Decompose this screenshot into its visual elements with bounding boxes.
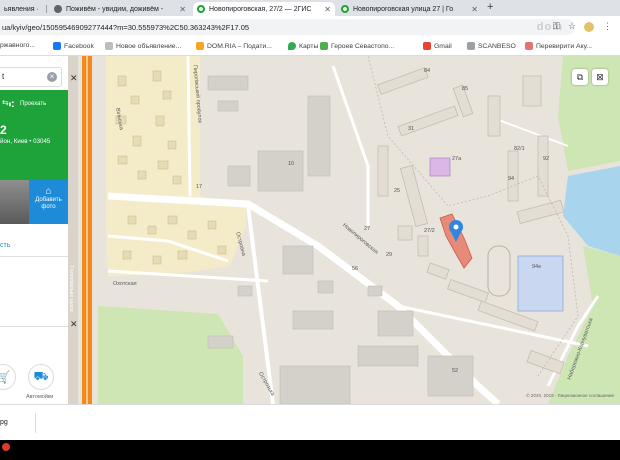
building-label: 10 — [288, 161, 295, 167]
tab-2[interactable]: Поживём - увидим, доживём - ✕ — [50, 2, 190, 16]
tab-title: Новопироговская улица 27 | Го — [353, 5, 454, 13]
tab-title: ьявления · — [4, 5, 39, 13]
bookmark-label: Перевирити Аку... — [536, 42, 592, 50]
bookmark-item[interactable]: DOM.RIA – Подати... — [196, 42, 272, 50]
page-icon — [105, 42, 113, 50]
bookmarks-bar: ржавного... Facebook Новое объявление...… — [0, 38, 620, 56]
divider — [0, 256, 68, 257]
tab-1[interactable]: ьявления · — [0, 2, 46, 16]
search-input[interactable]: t × — [0, 67, 62, 87]
downloads-bar: pg — [0, 404, 620, 440]
2gis-favicon-icon — [341, 5, 349, 13]
bookmark-item[interactable]: Перевирити Аку... — [525, 42, 592, 50]
tab-3-active[interactable]: Новопироговская, 27/2 — 2ГИС ✕ — [193, 2, 335, 16]
bookmark-label: Героев Севастопо... — [331, 42, 395, 50]
download-item[interactable]: pg — [0, 413, 36, 433]
building-label: 27/2 — [424, 228, 435, 234]
service-label: Автомойки — [26, 394, 54, 400]
place-info-panel: t × ⇆ ⑆ Проехать 2 йон, Киев • 03045 ⌂ Д… — [0, 56, 68, 404]
bookmark-maps[interactable]: Карты — [288, 42, 318, 50]
download-filename: pg — [0, 419, 8, 426]
tab-4[interactable]: Новопироговская улица 27 | Го ✕ — [337, 2, 482, 16]
search-value: t — [2, 72, 5, 81]
close-tab-icon[interactable]: ✕ — [321, 5, 331, 14]
close-tab-icon[interactable]: ✕ — [176, 5, 186, 14]
divider — [0, 326, 68, 327]
tab-title: Поживём - увидим, доживём - — [66, 5, 164, 13]
maps-pin-icon — [288, 42, 296, 50]
bookmark-label: Facebook — [64, 42, 94, 50]
dom-ria-icon — [196, 42, 204, 50]
start-icon[interactable] — [2, 443, 10, 451]
tab-separator — [46, 5, 47, 13]
map-copyright[interactable]: © 2GIS, 2019 · Лицензионное соглашение — [526, 393, 614, 398]
screenshot-icon[interactable]: ⊠ — [592, 69, 608, 85]
details-link[interactable]: сть — [0, 242, 10, 249]
layers-icon[interactable]: ⧉ — [572, 69, 588, 85]
building-label: 52 — [452, 368, 459, 374]
building-label: 27а — [452, 156, 462, 162]
check-icon — [525, 42, 533, 50]
bookmark-gmail[interactable]: Gmail — [423, 42, 452, 50]
bookmark-label: ржавного... — [0, 42, 36, 49]
scan-icon — [467, 42, 475, 50]
add-photo-label: Добавить фото — [35, 197, 62, 210]
building-label: 56 — [352, 266, 359, 272]
building-label: 29 — [386, 252, 393, 258]
gmail-icon — [423, 42, 431, 50]
building-label: 27 — [364, 226, 371, 232]
bookmark-item[interactable]: Новое объявление... — [105, 42, 181, 50]
bookmark-label: Карты — [299, 42, 319, 50]
bookmark-label: SCANBESO — [478, 42, 516, 50]
menu-icon[interactable]: ⋮ — [603, 21, 612, 32]
url-text: ua/kyiv/geo/15059546909277444?m=30.55597… — [2, 22, 250, 32]
star-icon[interactable]: ☆ — [568, 21, 576, 32]
globe-icon — [54, 5, 62, 13]
directions-icon[interactable]: ⇆ — [2, 98, 9, 107]
key-icon[interactable]: ⚿ — [553, 21, 560, 32]
building-label: 82/1 — [514, 146, 525, 152]
new-tab-button[interactable]: + — [487, 1, 493, 13]
address-bar: ua/kyiv/geo/15059546909277444?m=30.55597… — [0, 16, 620, 38]
building-number: 2 — [0, 123, 7, 137]
map-canvas[interactable]: ✕ ✕ ⧉ ⊠ Новопироговская Охотская Островн… — [68, 56, 620, 404]
building-label: 94 — [508, 176, 515, 182]
building-label: 25 — [394, 188, 401, 194]
tab-title: Новопироговская, 27/2 — 2ГИС — [209, 5, 312, 13]
bookmark-item[interactable]: ржавного... — [0, 42, 35, 49]
tab-strip: ьявления · Поживём - увидим, доживём - ✕… — [0, 0, 620, 16]
close-panel-icon[interactable]: ✕ — [70, 319, 78, 330]
close-tab-icon[interactable]: ✕ — [468, 5, 478, 14]
route-icon[interactable]: ⑆ — [9, 100, 14, 109]
route-label[interactable]: Проехать — [20, 101, 46, 107]
bookmark-item[interactable]: Героев Севастопо... — [320, 42, 394, 50]
cart-icon[interactable]: 🛒 — [0, 364, 16, 390]
building-label: 84 — [424, 68, 431, 74]
bookmark-label: DOM.RIA – Подати... — [207, 42, 272, 50]
bookmark-label: Gmail — [434, 42, 452, 50]
2gis-favicon-icon — [197, 5, 205, 13]
close-panel-icon[interactable]: ✕ — [70, 73, 78, 84]
building-label: 94е — [532, 264, 542, 270]
place-photo[interactable] — [0, 180, 29, 224]
clear-search-icon[interactable]: × — [47, 72, 57, 82]
bookmark-facebook[interactable]: Facebook — [53, 42, 94, 50]
bookmark-label: Новое объявление... — [116, 42, 182, 50]
extension-icon[interactable] — [584, 22, 594, 32]
os-taskbar — [0, 440, 620, 460]
building-label: 17 — [196, 184, 203, 190]
url-field[interactable]: ua/kyiv/geo/15059546909277444?m=30.55597… — [0, 19, 575, 35]
car-wash-icon[interactable]: ⛟ — [28, 364, 54, 390]
building-label: 85 — [462, 86, 469, 92]
building-label: 92 — [543, 156, 550, 162]
street-label: Голосіївське шосе — [68, 265, 75, 313]
facebook-icon — [53, 42, 61, 50]
globe-icon — [320, 42, 328, 50]
address-line: йон, Киев • 03045 — [0, 138, 51, 145]
add-photo-button[interactable]: ⌂ Добавить фото — [29, 180, 68, 224]
camera-icon: ⌂ — [45, 186, 52, 197]
bookmark-item[interactable]: SCANBESO — [467, 42, 516, 50]
building-label: 31 — [408, 126, 415, 132]
street-label: Охотская — [113, 281, 137, 287]
